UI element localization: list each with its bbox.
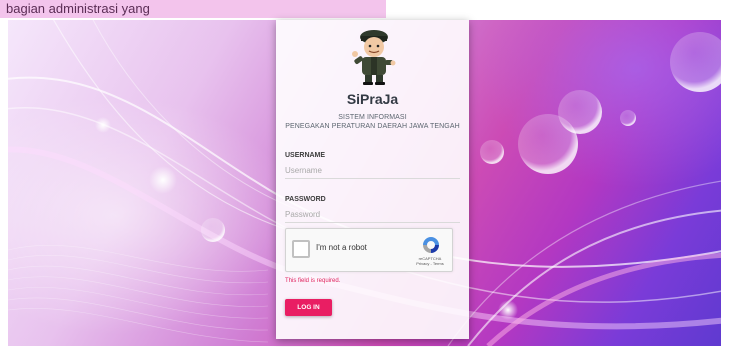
recaptcha-widget: I'm not a robot reCAPTCHA Privacy - Term… — [285, 228, 453, 272]
password-input[interactable] — [285, 207, 460, 223]
field-required-error: This field is required. — [285, 278, 341, 284]
app-title: SiPraJa — [346, 91, 399, 107]
app-subtitle-line1: SISTEM INFORMASI — [338, 114, 407, 121]
username-label: USERNAME — [285, 152, 326, 159]
recaptcha-checkbox[interactable] — [292, 240, 310, 258]
recaptcha-label: I'm not a robot — [316, 243, 367, 252]
recaptcha-logo-icon — [423, 237, 439, 253]
username-input[interactable] — [285, 163, 460, 179]
top-note: bagian administrasi yang — [0, 0, 386, 18]
soldier-mascot-icon — [352, 30, 396, 85]
recaptcha-privacy-terms-link[interactable]: Privacy - Terms — [410, 261, 450, 266]
login-button[interactable]: LOG IN — [285, 299, 332, 316]
password-label: PASSWORD — [285, 196, 326, 203]
top-strip: bagian administrasi yang — [0, 0, 729, 20]
app-subtitle-line2: PENEGAKAN PERATURAN DAERAH JAWA TENGAH — [285, 123, 460, 130]
